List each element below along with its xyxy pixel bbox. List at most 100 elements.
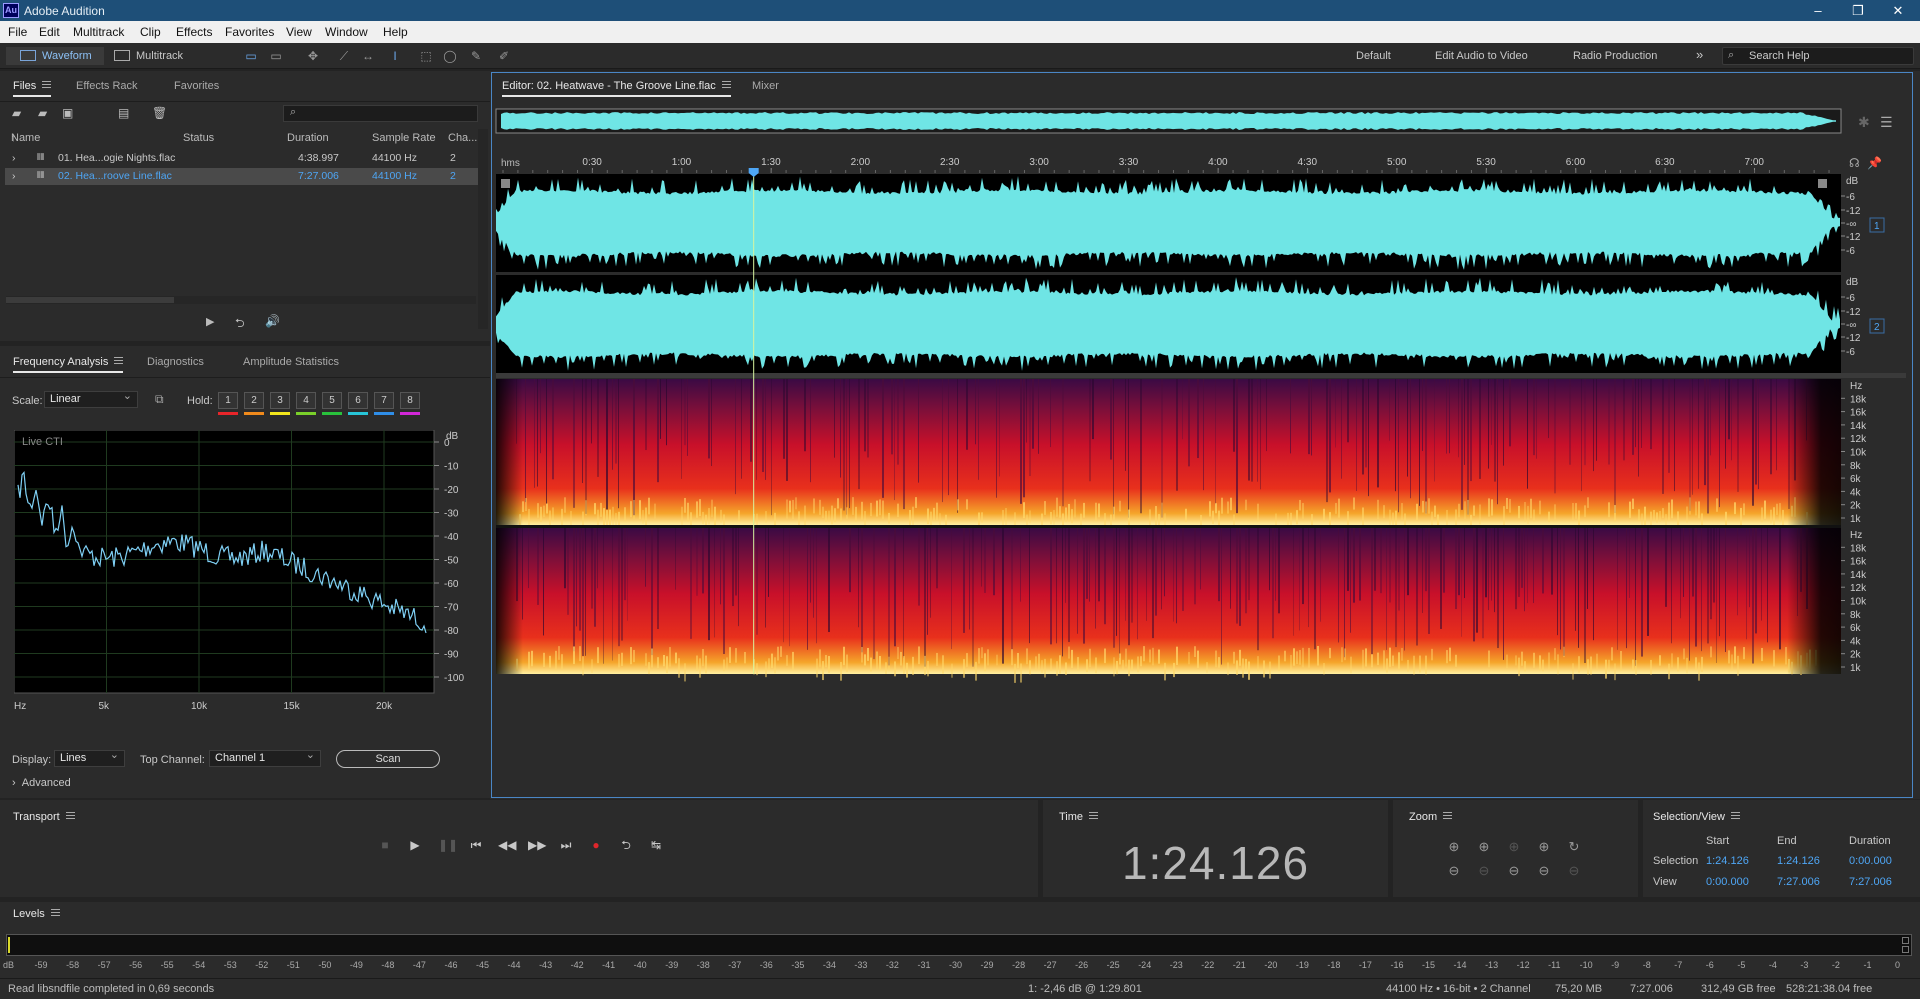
zoom-in-right-icon[interactable]: ⊕ [1535, 838, 1553, 856]
spectral-divider[interactable] [496, 373, 1906, 378]
reset-zoom-icon[interactable]: ↻ [1565, 838, 1583, 856]
hold-button-7[interactable]: 7 [374, 392, 394, 409]
multitrack-button[interactable]: Multitrack [114, 47, 204, 65]
expand-icon[interactable]: › [12, 170, 16, 182]
panel-menu-icon[interactable] [65, 812, 75, 819]
close-icon[interactable]: ✕ [1878, 1, 1918, 20]
tab-diagnostics[interactable]: Diagnostics [147, 356, 204, 368]
panel-menu-icon[interactable] [114, 357, 124, 364]
fast-forward-icon[interactable]: ▶▶ [528, 837, 546, 853]
spot-healing-tool-icon[interactable]: ✐ [496, 49, 512, 63]
menu-favorites[interactable]: Favorites [225, 25, 274, 39]
hold-button-3[interactable]: 3 [270, 392, 290, 409]
insert-into-multitrack-icon[interactable]: ▤ [118, 106, 129, 120]
tab-files[interactable]: Files [13, 80, 52, 97]
zoom-out-amplitude-icon[interactable]: ⊖ [1445, 862, 1463, 880]
panel-menu-icon[interactable] [1089, 812, 1099, 819]
move-tool-icon[interactable]: ✥ [305, 49, 321, 63]
skip-selection-icon[interactable]: ↹ [648, 837, 664, 853]
col-duration[interactable]: Duration [287, 132, 329, 144]
menu-clip[interactable]: Clip [140, 25, 161, 39]
menu-multitrack[interactable]: Multitrack [73, 25, 124, 39]
menu-window[interactable]: Window [325, 25, 368, 39]
hold-button-5[interactable]: 5 [322, 392, 342, 409]
current-time-display[interactable]: 1:24.126 [1043, 836, 1388, 890]
panel-menu-icon[interactable] [1730, 812, 1740, 819]
waveform-editor[interactable]: ✱ ☰ hms 0:30 1:00 1:30 2:00 2:30 3:00 3:30 4:00… [491, 100, 1916, 797]
zoom-in-time-icon[interactable]: ⊕ [1475, 838, 1493, 856]
tab-effects-rack[interactable]: Effects Rack [76, 80, 138, 92]
pause-icon[interactable]: ❚❚ [438, 837, 458, 853]
selection-start[interactable]: 1:24.126 [1706, 855, 1749, 867]
play-preview-icon[interactable]: ▶ [206, 315, 214, 328]
minimize-icon[interactable]: – [1798, 1, 1838, 20]
razor-tool-icon[interactable]: ⟋ [336, 49, 352, 63]
zoom-in-left-icon[interactable]: ⊕ [1505, 838, 1523, 856]
marquee-tool-icon[interactable]: ⬚ [418, 49, 434, 63]
pin-icon[interactable]: 📌 [1867, 155, 1882, 170]
hold-button-4[interactable]: 4 [296, 392, 316, 409]
view-duration[interactable]: 7:27.006 [1849, 876, 1892, 888]
view-end[interactable]: 7:27.006 [1777, 876, 1820, 888]
hold-button-2[interactable]: 2 [244, 392, 264, 409]
clip-indicator-2[interactable] [1902, 946, 1909, 953]
scan-button[interactable]: Scan [336, 750, 440, 768]
record-icon[interactable]: ● [588, 837, 604, 853]
top-channel-dropdown[interactable]: Channel 1 [209, 748, 321, 767]
workspace-edit-audio-to-video[interactable]: Edit Audio to Video [1435, 50, 1528, 62]
lasso-tool-icon[interactable]: ◯ [442, 49, 458, 63]
menu-help[interactable]: Help [383, 25, 408, 39]
clip-indicator-1[interactable] [1902, 937, 1909, 944]
expand-icon[interactable]: › [12, 152, 16, 164]
files-search-input[interactable]: ⌕ [283, 105, 478, 122]
hold-button-6[interactable]: 6 [348, 392, 368, 409]
col-sample-rate[interactable]: Sample Rate [372, 132, 436, 144]
more-workspaces-button[interactable]: » [1696, 47, 1703, 62]
level-meter[interactable] [6, 934, 1912, 956]
selection-end[interactable]: 1:24.126 [1777, 855, 1820, 867]
hold-button-8[interactable]: 8 [400, 392, 420, 409]
fade-in-handle[interactable] [501, 179, 510, 188]
delete-icon[interactable]: 🗑 [152, 106, 167, 120]
workspace-radio-production[interactable]: Radio Production [1573, 50, 1657, 62]
display-dropdown[interactable]: Lines [54, 748, 125, 767]
files-horizontal-scrollbar[interactable] [6, 296, 476, 304]
col-channels[interactable]: Cha... [448, 132, 477, 144]
import-file-icon[interactable]: ▰ [38, 106, 47, 120]
tab-editor[interactable]: Editor: 02. Heatwave - The Groove Line.f… [502, 80, 731, 97]
zoom-to-fit-icon[interactable]: ✱ [1858, 115, 1870, 131]
slip-tool-icon[interactable]: ↔ [360, 49, 376, 63]
tab-amplitude-statistics[interactable]: Amplitude Statistics [243, 356, 339, 368]
tab-favorites[interactable]: Favorites [174, 80, 219, 92]
advanced-expander[interactable]: › Advanced [12, 777, 71, 789]
panel-menu-icon[interactable] [1443, 812, 1453, 819]
workspace-default[interactable]: Default [1356, 50, 1391, 62]
waveform-button[interactable]: Waveform [6, 47, 104, 65]
col-name[interactable]: Name ↑ [11, 132, 40, 144]
menu-file[interactable]: File [8, 25, 27, 39]
spectral-toggle-icon[interactable]: ☰ [1880, 115, 1893, 131]
zoom-out-full-icon[interactable]: ⊖ [1535, 862, 1553, 880]
selection-duration[interactable]: 0:00.000 [1849, 855, 1892, 867]
tab-mixer[interactable]: Mixer [752, 80, 779, 92]
tab-frequency-analysis[interactable]: Frequency Analysis [13, 356, 124, 373]
brush-tool-icon[interactable]: ✎ [468, 49, 484, 63]
go-to-start-icon[interactable]: ⏮ [468, 837, 484, 853]
open-file-icon[interactable]: ▰ [12, 106, 21, 120]
go-to-end-icon[interactable]: ⏭ [558, 837, 574, 853]
new-file-icon[interactable]: ▣ [62, 106, 73, 120]
spectral-view-icon[interactable]: ▭ [268, 49, 284, 63]
file-row[interactable]: › ⫴⫴ 01. Hea...ogie Nights.flac 4:38.997… [5, 150, 478, 167]
play-icon[interactable]: ▶ [407, 837, 423, 853]
zoom-selected-icon[interactable]: ⊖ [1565, 862, 1583, 880]
search-help-field[interactable]: ⌕ Search Help [1722, 47, 1914, 65]
maximize-icon[interactable]: ❐ [1838, 1, 1878, 20]
panel-menu-icon[interactable] [50, 909, 60, 916]
headphone-icon[interactable]: ☊ [1849, 156, 1860, 170]
zoom-out-time-icon[interactable]: ⊖ [1475, 862, 1493, 880]
auto-play-icon[interactable]: 🔊 [265, 314, 280, 328]
stop-icon[interactable]: ■ [377, 837, 393, 853]
loop-preview-icon[interactable]: ⮌ [235, 314, 245, 335]
col-status[interactable]: Status [183, 132, 214, 144]
panel-menu-icon[interactable] [721, 81, 731, 88]
